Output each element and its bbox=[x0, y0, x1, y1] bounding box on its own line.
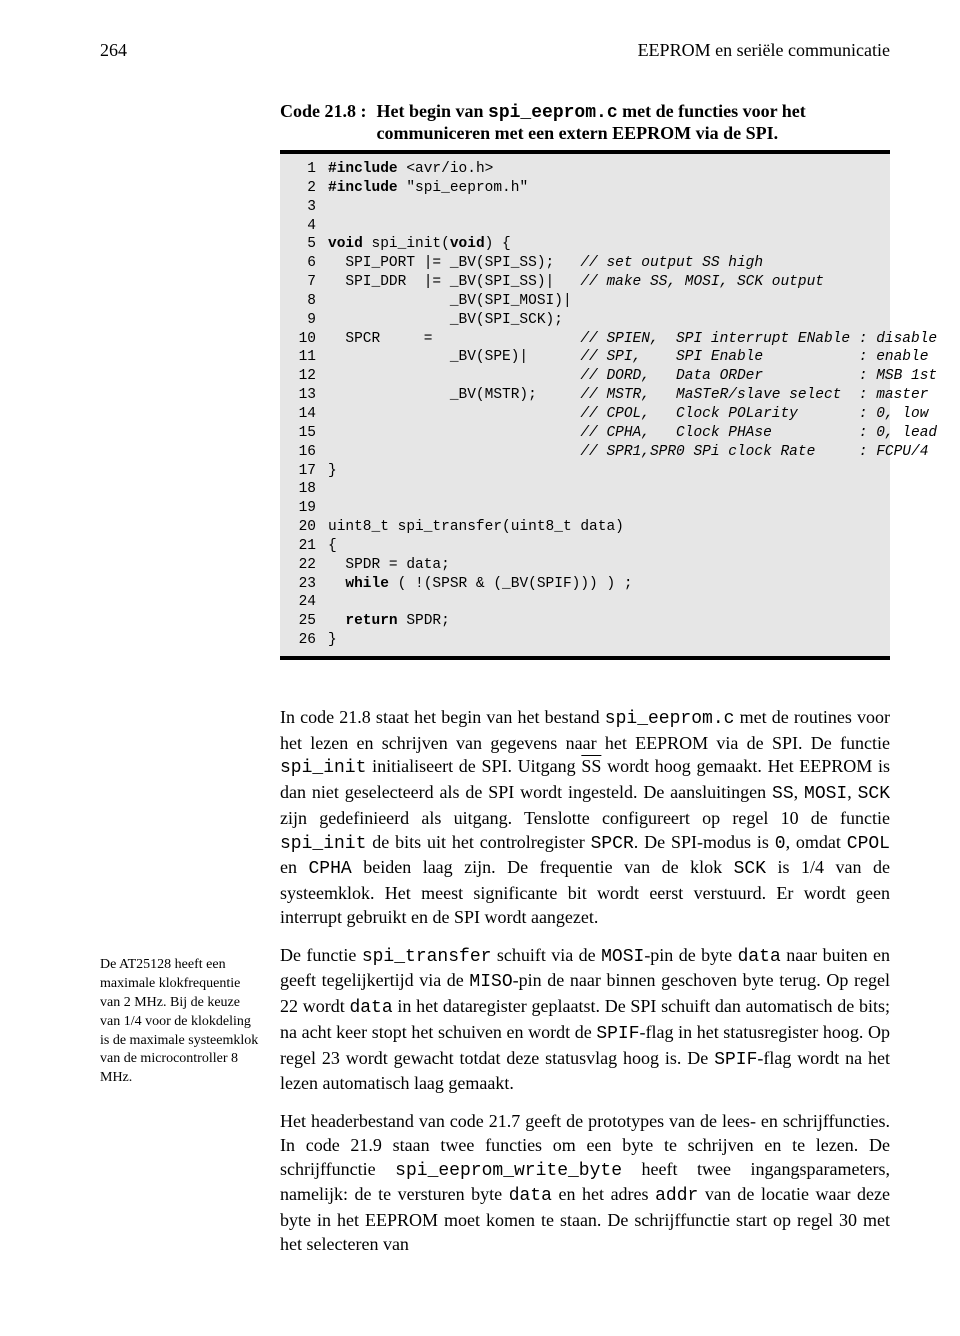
code-line-text: void spi_init(void) { bbox=[328, 235, 890, 254]
running-head: 264 EEPROM en seriële communicatie bbox=[100, 40, 890, 61]
code-caption: Code 21.8 : Het begin van spi_eeprom.c m… bbox=[280, 101, 890, 144]
code-line-number: 12 bbox=[280, 367, 328, 386]
code-line: 24 bbox=[280, 593, 890, 612]
code-line-number: 6 bbox=[280, 254, 328, 273]
code-line: 18 bbox=[280, 480, 890, 499]
code-line-number: 11 bbox=[280, 348, 328, 367]
code-line-text bbox=[328, 480, 890, 499]
code-line: 7 SPI_DDR |= _BV(SPI_SS)| // make SS, MO… bbox=[280, 273, 890, 292]
code-line-text: uint8_t spi_transfer(uint8_t data) bbox=[328, 518, 890, 537]
code-line: 16 // SPR1,SPR0 SPi clock Rate : FCPU/4 bbox=[280, 443, 890, 462]
code-line-number: 25 bbox=[280, 612, 328, 631]
code-line-number: 16 bbox=[280, 443, 328, 462]
code-line-number: 22 bbox=[280, 556, 328, 575]
code-line-text: // DORD, Data ORDer : MSB 1st bbox=[328, 367, 937, 386]
code-line: 11 _BV(SPE)| // SPI, SPI Enable : enable bbox=[280, 348, 890, 367]
body-paragraph-3: Het headerbestand van code 21.7 geeft de… bbox=[280, 1110, 890, 1257]
code-line-text bbox=[328, 499, 890, 518]
code-line: 23 while ( !(SPSR & (_BV(SPIF))) ) ; bbox=[280, 575, 890, 594]
code-line-number: 15 bbox=[280, 424, 328, 443]
code-line-number: 3 bbox=[280, 198, 328, 217]
code-line-text: // CPHA, Clock PHAse : 0, lead bbox=[328, 424, 937, 443]
code-line-text bbox=[328, 217, 890, 236]
code-line-text: return SPDR; bbox=[328, 612, 890, 631]
code-line-number: 7 bbox=[280, 273, 328, 292]
code-line-number: 10 bbox=[280, 330, 328, 349]
code-line: 20uint8_t spi_transfer(uint8_t data) bbox=[280, 518, 890, 537]
code-line: 9 _BV(SPI_SCK); bbox=[280, 311, 890, 330]
code-line-number: 1 bbox=[280, 160, 328, 179]
code-line-text bbox=[328, 198, 890, 217]
code-line-number: 13 bbox=[280, 386, 328, 405]
main-column: In code 21.8 staat het begin van het bes… bbox=[280, 706, 890, 1271]
code-line: 12 // DORD, Data ORDer : MSB 1st bbox=[280, 367, 890, 386]
code-line: 14 // CPOL, Clock POLarity : 0, low bbox=[280, 405, 890, 424]
chapter-title: EEPROM en seriële communicatie bbox=[638, 40, 890, 61]
code-line-text: } bbox=[328, 631, 890, 650]
code-line-text: _BV(SPE)| // SPI, SPI Enable : enable bbox=[328, 348, 928, 367]
code-line-number: 17 bbox=[280, 462, 328, 481]
body-columns: De AT25128 heeft een maximale klokfreque… bbox=[100, 706, 890, 1271]
code-line-number: 9 bbox=[280, 311, 328, 330]
code-line-text bbox=[328, 593, 890, 612]
code-line: 6 SPI_PORT |= _BV(SPI_SS); // set output… bbox=[280, 254, 890, 273]
code-line-text: } bbox=[328, 462, 890, 481]
code-line-number: 5 bbox=[280, 235, 328, 254]
code-line-number: 18 bbox=[280, 480, 328, 499]
code-line-text: SPI_DDR |= _BV(SPI_SS)| // make SS, MOSI… bbox=[328, 273, 890, 292]
code-line: 15 // CPHA, Clock PHAse : 0, lead bbox=[280, 424, 890, 443]
code-line-text: SPI_PORT |= _BV(SPI_SS); // set output S… bbox=[328, 254, 890, 273]
code-line-text: SPDR = data; bbox=[328, 556, 890, 575]
code-line: 19 bbox=[280, 499, 890, 518]
code-caption-label: Code 21.8 : bbox=[280, 101, 367, 144]
code-line: 22 SPDR = data; bbox=[280, 556, 890, 575]
code-line-text: // SPR1,SPR0 SPi clock Rate : FCPU/4 bbox=[328, 443, 928, 462]
code-listing: 1#include <avr/io.h>2#include "spi_eepro… bbox=[280, 150, 890, 660]
code-line: 13 _BV(MSTR); // MSTR, MaSTeR/slave sele… bbox=[280, 386, 890, 405]
code-line-text: #include <avr/io.h> bbox=[328, 160, 890, 179]
code-line: 26} bbox=[280, 631, 890, 650]
code-line: 8 _BV(SPI_MOSI)| bbox=[280, 292, 890, 311]
body-paragraph-1: In code 21.8 staat het begin van het bes… bbox=[280, 706, 890, 930]
margin-column: De AT25128 heeft een maximale klokfreque… bbox=[100, 706, 280, 1271]
code-line: 17} bbox=[280, 462, 890, 481]
code-line: 2#include "spi_eeprom.h" bbox=[280, 179, 890, 198]
code-line: 3 bbox=[280, 198, 890, 217]
code-line-text: SPCR = // SPIEN, SPI interrupt ENable : … bbox=[328, 330, 937, 349]
code-line-number: 19 bbox=[280, 499, 328, 518]
body-paragraph-2: De functie spi_transfer schuift via de M… bbox=[280, 944, 890, 1097]
code-line: 10 SPCR = // SPIEN, SPI interrupt ENable… bbox=[280, 330, 890, 349]
code-line-text: _BV(SPI_SCK); bbox=[328, 311, 890, 330]
code-line-number: 26 bbox=[280, 631, 328, 650]
code-line-number: 24 bbox=[280, 593, 328, 612]
code-line-text: { bbox=[328, 537, 890, 556]
code-line-number: 2 bbox=[280, 179, 328, 198]
code-line-text: #include "spi_eeprom.h" bbox=[328, 179, 890, 198]
code-line: 1#include <avr/io.h> bbox=[280, 160, 890, 179]
code-line-text: // CPOL, Clock POLarity : 0, low bbox=[328, 405, 928, 424]
code-line: 25 return SPDR; bbox=[280, 612, 890, 631]
code-line-number: 20 bbox=[280, 518, 328, 537]
code-line-text: _BV(SPI_MOSI)| bbox=[328, 292, 890, 311]
code-line: 4 bbox=[280, 217, 890, 236]
page: 264 EEPROM en seriële communicatie Code … bbox=[0, 0, 960, 1336]
code-line-text: _BV(MSTR); // MSTR, MaSTeR/slave select … bbox=[328, 386, 928, 405]
code-line: 21{ bbox=[280, 537, 890, 556]
code-line-number: 4 bbox=[280, 217, 328, 236]
margin-note: De AT25128 heeft een maximale klokfreque… bbox=[100, 956, 262, 1088]
code-line-number: 14 bbox=[280, 405, 328, 424]
code-line: 5void spi_init(void) { bbox=[280, 235, 890, 254]
page-number: 264 bbox=[100, 40, 127, 61]
code-caption-text: Het begin van spi_eeprom.c met de functi… bbox=[377, 101, 891, 144]
code-line-number: 23 bbox=[280, 575, 328, 594]
code-line-number: 21 bbox=[280, 537, 328, 556]
code-line-text: while ( !(SPSR & (_BV(SPIF))) ) ; bbox=[328, 575, 890, 594]
code-line-number: 8 bbox=[280, 292, 328, 311]
